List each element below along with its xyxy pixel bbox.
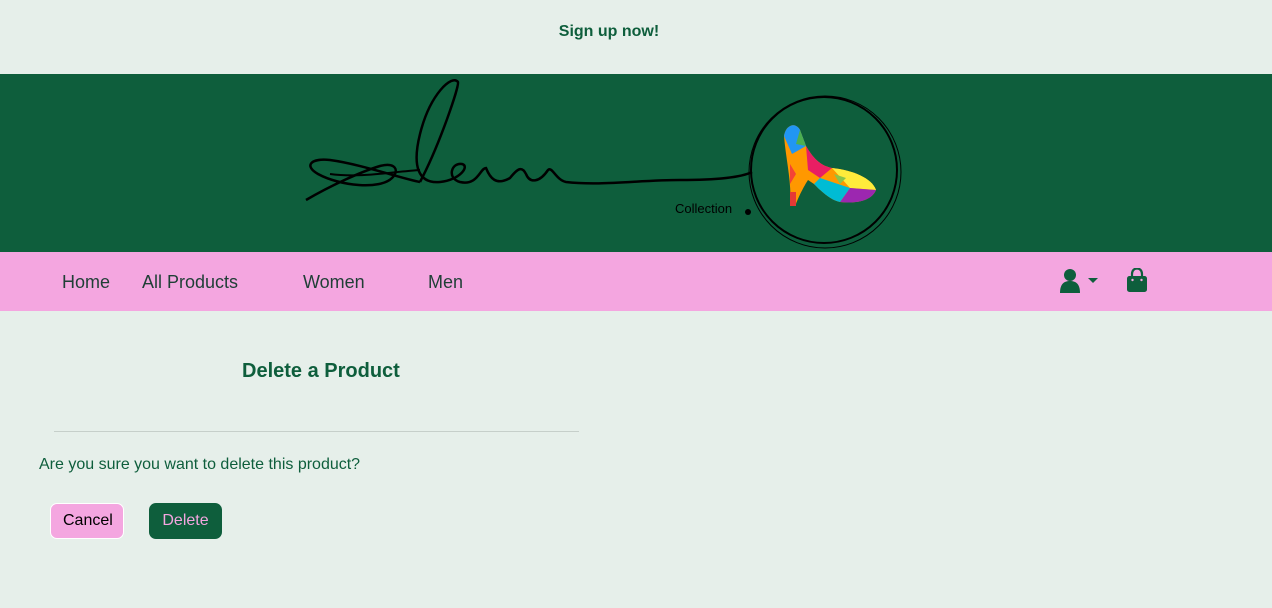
- main-content: Delete a Product Are you sure you want t…: [0, 311, 1272, 608]
- logo-caption: Collection: [675, 201, 733, 216]
- user-icon: [1060, 269, 1098, 293]
- account-dropdown[interactable]: [1060, 268, 1100, 299]
- signup-link[interactable]: Sign up now!: [559, 23, 659, 41]
- nav-link-home[interactable]: Home: [62, 272, 110, 293]
- high-heel-shoe-icon: [784, 125, 876, 206]
- nav-link-all-products[interactable]: All Products: [142, 272, 238, 293]
- brand-logo[interactable]: [0, 74, 1272, 252]
- shopping-bag-button[interactable]: [1126, 267, 1148, 299]
- signature-stroke: [305, 79, 753, 202]
- divider: [54, 431, 579, 432]
- page-title: Delete a Product: [242, 360, 400, 382]
- delete-button[interactable]: Delete: [149, 503, 222, 539]
- header-banner: Collection: [0, 74, 1272, 252]
- promo-bar: Sign up now!: [0, 0, 1272, 74]
- main-navbar: Home All Products Women Men: [0, 252, 1272, 311]
- nav-link-women[interactable]: Women: [303, 272, 365, 293]
- confirm-message: Are you sure you want to delete this pro…: [39, 456, 361, 473]
- cancel-button[interactable]: Cancel: [50, 503, 124, 539]
- caret-down-icon: [1088, 278, 1098, 283]
- nav-link-men[interactable]: Men: [428, 272, 463, 293]
- shopping-bag-icon: [1127, 267, 1147, 292]
